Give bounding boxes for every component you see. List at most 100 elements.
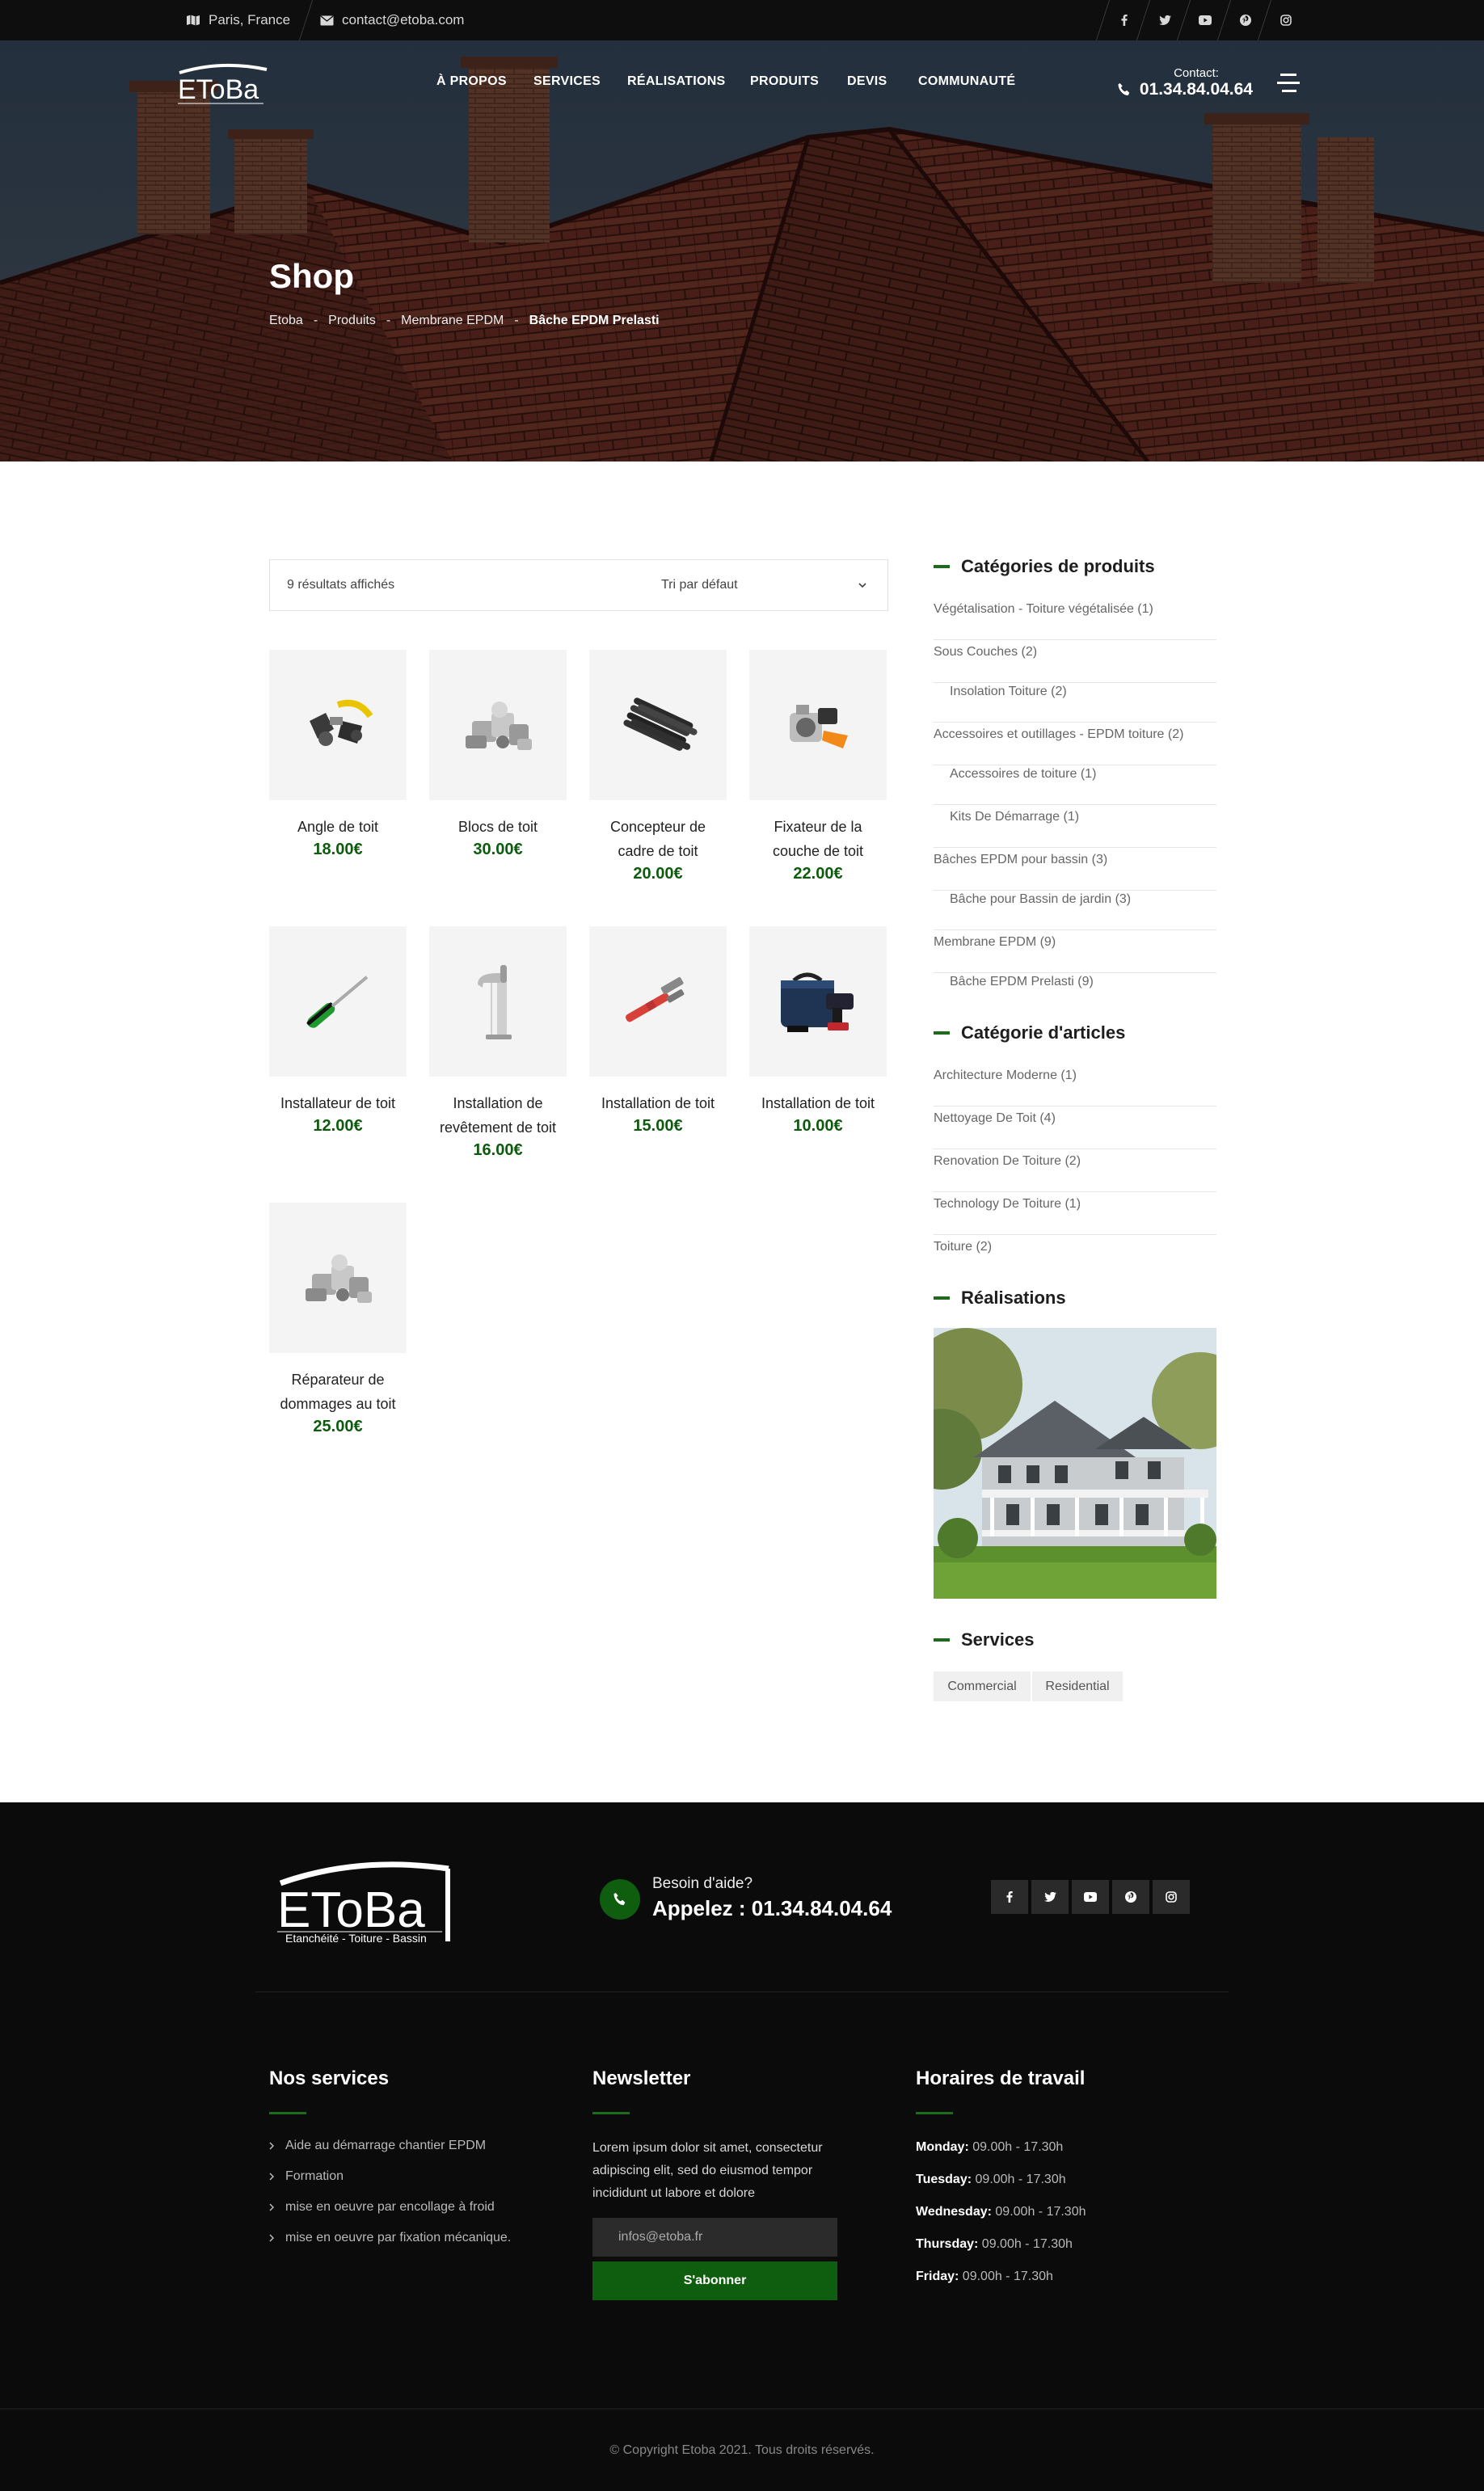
article-category-item[interactable]: Nettoyage De Toit (4) [934,1106,1216,1149]
footer-service-link[interactable]: Aide au démarrage chantier EPDM [269,2139,486,2153]
email-info[interactable]: contact@etoba.com [320,0,464,40]
tag-commercial[interactable]: Commercial [934,1671,1031,1701]
product-name[interactable]: Concepteur de cadre de toit [589,815,727,863]
nav-item-devis[interactable]: DEVIS [847,74,887,89]
product-card[interactable]: Installateur de toit 12.00€ [269,926,407,1136]
hours-row: Tuesday: 09.00h - 17.30h [916,2173,1066,2186]
phone-icon [1117,82,1132,97]
subscribe-button[interactable]: S'abonner [592,2261,837,2300]
category-subitem[interactable]: Kits De Démarrage (1) [934,805,1216,848]
footer-service-link[interactable]: Formation [269,2169,344,2184]
hours-row: Monday: 09.00h - 17.30h [916,2140,1064,2154]
product-price: 22.00€ [793,865,843,883]
product-image[interactable] [429,650,567,800]
email-input[interactable]: infos@etoba.fr [592,2218,837,2257]
product-card[interactable]: Angle de toit 18.00€ [269,650,407,859]
product-card[interactable]: Concepteur de cadre de toit 20.00€ [589,650,727,883]
article-category-item[interactable]: Technology De Toiture (1) [934,1192,1216,1235]
article-category-item[interactable]: Architecture Moderne (1) [934,1064,1216,1106]
chevron-down-icon[interactable] [858,582,866,588]
article-category-item[interactable]: Toiture (2) [934,1235,1216,1278]
tag-residential[interactable]: Residential [1032,1671,1123,1701]
product-image[interactable] [749,926,887,1077]
product-name[interactable]: Installation de toit [589,1091,727,1115]
category-subitem[interactable]: Insolation Toiture (2) [934,680,1216,723]
breadcrumb-separator: - [386,314,391,327]
menu-icon[interactable] [1277,73,1301,94]
product-image[interactable] [269,650,407,800]
footer-logo[interactable]: EToBa Etanchéité - Toiture - Bassin [269,1851,455,1949]
result-count: 9 résultats affichés [287,578,395,592]
nav-item-produits[interactable]: PRODUITS [750,74,819,89]
breadcrumb-item[interactable]: Etoba [269,314,303,328]
nav-item-realisations[interactable]: RÉALISATIONS [627,74,726,89]
chevron-right-icon [269,2203,274,2211]
sort-select[interactable]: Tri par défaut [661,578,738,592]
product-name[interactable]: Installateur de toit [269,1091,407,1115]
instagram-icon[interactable] [1266,0,1306,40]
nav-item-services[interactable]: SERVICES [533,74,601,89]
product-card[interactable]: Installation de toit 10.00€ [749,926,887,1136]
product-categories-heading: Catégories de produits [934,556,1155,577]
breadcrumb-separator: - [313,314,318,327]
facebook-icon[interactable] [991,1880,1028,1914]
product-image[interactable] [269,926,407,1077]
help-phone[interactable]: Appelez : 01.34.84.04.64 [652,1896,892,1921]
realisations-heading: Réalisations [934,1288,1066,1309]
product-card[interactable]: Fixateur de la couche de toit 22.00€ [749,650,887,883]
footer-service-link[interactable]: mise en oeuvre par encollage à froid [269,2200,495,2215]
footer-services-heading: Nos services [269,2067,390,2089]
nav-item-communaute[interactable]: COMMUNAUTÉ [918,74,1015,89]
category-item[interactable]: Végétalisation - Toiture végétalisée (1) [934,597,1216,640]
newsletter-text: Lorem ipsum dolor sit amet, consectetur … [592,2141,823,2200]
site-logo[interactable]: EToBa [173,58,270,110]
category-subitem[interactable]: Bâche pour Bassin de jardin (3) [934,887,1216,930]
category-subitem[interactable]: Accessoires de toiture (1) [934,762,1216,805]
chevron-right-icon [269,2173,274,2181]
chevron-right-icon [269,2234,274,2242]
product-name[interactable]: Réparateur de dommages au toit [269,1368,407,1416]
category-item[interactable]: Bâches EPDM pour bassin (3) [934,848,1216,891]
pinterest-icon[interactable] [1112,1880,1149,1914]
product-card[interactable]: Installation de revêtement de toit 16.00€ [429,926,567,1160]
category-subitem[interactable]: Bâche EPDM Prelasti (9) [934,970,1216,1013]
envelope-icon [320,15,334,26]
youtube-icon[interactable] [1072,1880,1109,1914]
category-item[interactable]: Accessoires et outillages - EPDM toiture… [934,723,1216,765]
product-image[interactable] [749,650,887,800]
breadcrumb-current: Bâche EPDM Prelasti [529,314,660,327]
product-image[interactable] [589,926,727,1077]
email-text[interactable]: contact@etoba.com [342,12,464,28]
nav-item-apropos[interactable]: À PROPOS [436,74,507,89]
product-name[interactable]: Installation de toit [749,1091,887,1115]
twitter-icon[interactable] [1031,1880,1069,1914]
product-name[interactable]: Installation de revêtement de toit [429,1091,567,1140]
product-image[interactable] [269,1203,407,1353]
product-name[interactable]: Blocs de toit [429,815,567,839]
header-contact[interactable]: Contact: 01.34.84.04.64 [1107,66,1253,99]
footer-service-link[interactable]: mise en oeuvre par fixation mécanique. [269,2231,511,2245]
hours-heading: Horaires de travail [916,2067,1086,2089]
product-image[interactable] [429,926,567,1077]
category-item[interactable]: Membrane EPDM (9) [934,930,1216,973]
services-heading: Services [934,1629,1035,1650]
breadcrumb-item[interactable]: Membrane EPDM [401,314,504,328]
product-image[interactable] [589,650,727,800]
product-price: 30.00€ [473,841,523,858]
breadcrumb-item[interactable]: Produits [328,314,376,328]
article-category-item[interactable]: Renovation De Toiture (2) [934,1149,1216,1192]
instagram-icon[interactable] [1153,1880,1190,1914]
product-name[interactable]: Fixateur de la couche de toit [749,815,887,863]
product-card[interactable]: Blocs de toit 30.00€ [429,650,567,859]
product-card[interactable]: Réparateur de dommages au toit 25.00€ [269,1203,407,1436]
realisation-image[interactable] [934,1328,1216,1599]
heading-accent [592,2112,630,2114]
chevron-right-icon [269,2142,274,2150]
category-item[interactable]: Sous Couches (2) [934,640,1216,683]
svg-text:EToBa: EToBa [178,74,259,105]
product-card[interactable]: Installation de toit 15.00€ [589,926,727,1136]
location-info: Paris, France [186,0,290,40]
product-name[interactable]: Angle de toit [269,815,407,839]
hours-row: Thursday: 09.00h - 17.30h [916,2237,1073,2251]
product-price: 10.00€ [793,1117,843,1135]
